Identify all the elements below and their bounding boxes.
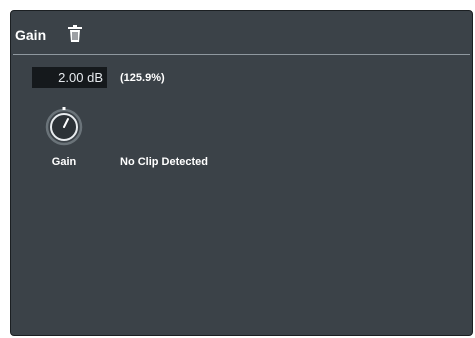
panel-header: Gain [11, 11, 472, 53]
clip-status-label: No Clip Detected [120, 156, 209, 168]
gain-percent-label: (125.9%) [120, 72, 165, 84]
knob-icon[interactable] [44, 107, 84, 147]
trash-icon[interactable] [67, 25, 83, 43]
gain-knob-label: Gain [51, 156, 77, 168]
header-divider [13, 54, 470, 55]
panel-title: Gain [15, 27, 47, 43]
gain-value-field[interactable]: 2.00 dB [32, 67, 107, 88]
gain-panel: Gain 2.00 dB (125.9%) Gain No Clip Detec… [10, 10, 473, 336]
